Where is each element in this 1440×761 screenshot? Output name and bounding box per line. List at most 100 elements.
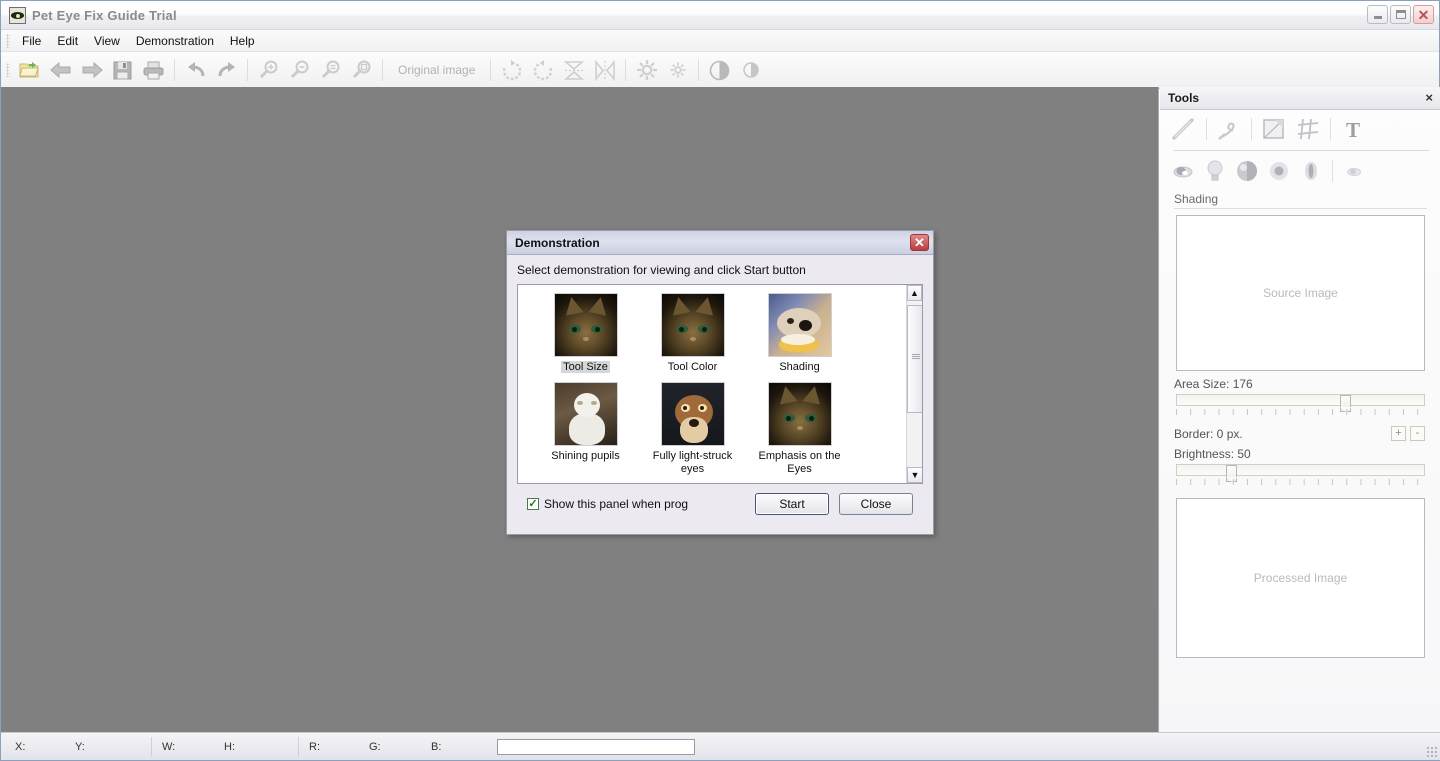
demonstration-item-label: Shining pupils — [551, 450, 620, 462]
status-bar: X: Y: W: H: R: G: B: — [1, 732, 1440, 760]
save-icon[interactable] — [107, 55, 138, 85]
dialog-title-bar: Demonstration ✕ — [507, 231, 933, 255]
status-message-input[interactable] — [497, 738, 695, 755]
open-folder-icon[interactable] — [14, 55, 45, 85]
area-size-slider-track[interactable] — [1176, 394, 1425, 406]
pupil-tool-icon[interactable] — [1264, 157, 1294, 185]
demonstration-thumbnail[interactable] — [767, 293, 832, 357]
rotate-cw-icon[interactable] — [496, 55, 527, 85]
start-button[interactable]: Start — [755, 493, 829, 515]
demonstration-grid: Tool Size Tool Color Shading Shining pupils… — [518, 285, 922, 483]
contrast-half-icon[interactable] — [735, 55, 766, 85]
application-window: Pet Eye Fix Guide Trial ✕ File Edit View… — [0, 0, 1440, 761]
title-bar: Pet Eye Fix Guide Trial ✕ — [1, 1, 1439, 30]
border-increase-button[interactable]: + — [1391, 426, 1406, 441]
zoom-out-icon[interactable] — [284, 55, 315, 85]
status-y-label: Y: — [75, 740, 85, 753]
area-size-label: Area Size: 176 — [1174, 377, 1253, 391]
brightness-slider[interactable] — [1176, 464, 1425, 492]
sphere-shading-icon[interactable] — [1232, 157, 1262, 185]
list-scrollbar[interactable]: ▲ ▼ — [906, 285, 922, 483]
demonstration-item[interactable]: Tool Size — [532, 293, 639, 374]
back-arrow-icon[interactable] — [45, 55, 76, 85]
dialog-close-action-button[interactable]: Close — [839, 493, 913, 515]
eye-tool-icon[interactable] — [1168, 157, 1198, 185]
area-size-slider[interactable] — [1176, 394, 1425, 422]
close-icon[interactable]: × — [1425, 91, 1433, 104]
demonstration-item[interactable]: Emphasis on the Eyes — [746, 382, 853, 476]
dialog-body: Select demonstration for viewing and cli… — [507, 255, 933, 515]
demonstration-list[interactable]: Tool Size Tool Color Shading Shining pupils… — [517, 284, 923, 484]
show-panel-checkbox-row[interactable]: ✓ Show this panel when prog — [527, 497, 688, 511]
source-image-preview[interactable]: Source Image — [1176, 215, 1425, 371]
zoom-in-icon[interactable] — [253, 55, 284, 85]
line-tool-icon[interactable] — [1168, 114, 1200, 144]
contrast-icon[interactable] — [704, 55, 735, 85]
flip-vertical-icon[interactable] — [558, 55, 589, 85]
scroll-down-button[interactable]: ▼ — [907, 467, 922, 483]
crop-tool-icon[interactable] — [1258, 114, 1290, 144]
tools-row-shapes: T — [1160, 110, 1440, 148]
status-x-label: X: — [15, 740, 26, 753]
scrollbar-thumb[interactable] — [907, 305, 922, 413]
menu-help[interactable]: Help — [222, 32, 263, 50]
toolbar: Original image — [1, 52, 1439, 89]
status-b-label: B: — [431, 740, 442, 753]
demonstration-thumbnail[interactable] — [767, 382, 832, 446]
demonstration-item-label: Shading — [779, 361, 820, 373]
text-tool-icon[interactable]: T — [1337, 114, 1369, 144]
dialog-close-button[interactable]: ✕ — [910, 234, 929, 251]
brightness-icon[interactable] — [631, 55, 662, 85]
border-label: Border: 0 px. — [1174, 426, 1243, 441]
close-button[interactable]: ✕ — [1413, 5, 1434, 24]
rotate-ccw-icon[interactable] — [527, 55, 558, 85]
tools-row-effects — [1160, 153, 1440, 189]
window-controls: ✕ — [1367, 5, 1434, 24]
menu-demonstration[interactable]: Demonstration — [128, 32, 222, 50]
processed-image-preview[interactable]: Processed Image — [1176, 498, 1425, 658]
area-size-slider-ticks — [1176, 409, 1425, 415]
demonstration-item[interactable]: Shading — [746, 293, 853, 374]
scroll-up-button[interactable]: ▲ — [907, 285, 922, 301]
grid-tool-icon[interactable] — [1292, 114, 1324, 144]
pencil-tool-icon[interactable] — [1213, 114, 1245, 144]
demonstration-thumbnail[interactable] — [660, 382, 725, 446]
eye-small-icon[interactable] — [1339, 157, 1369, 185]
print-icon[interactable] — [138, 55, 169, 85]
demonstration-item[interactable]: Fully light-struck eyes — [639, 382, 746, 476]
demonstration-thumbnail[interactable] — [553, 293, 618, 357]
redo-icon[interactable] — [211, 55, 242, 85]
maximize-button[interactable] — [1390, 5, 1411, 24]
status-h-label: H: — [224, 740, 235, 753]
menubar-grip[interactable] — [6, 33, 10, 48]
minimize-button[interactable] — [1367, 5, 1388, 24]
flip-horizontal-icon[interactable] — [589, 55, 620, 85]
zoom-fit-icon[interactable] — [315, 55, 346, 85]
brightness-slider-track[interactable] — [1176, 464, 1425, 476]
glare-tool-icon[interactable] — [1296, 157, 1326, 185]
brightness-slider-ticks — [1176, 479, 1425, 485]
menu-file[interactable]: File — [14, 32, 49, 50]
demonstration-item-label: Fully light-struck eyes — [652, 450, 733, 475]
demonstration-thumbnail[interactable] — [553, 382, 618, 446]
dialog-title: Demonstration — [515, 235, 600, 250]
demonstration-thumbnail[interactable] — [660, 293, 725, 357]
menu-edit[interactable]: Edit — [49, 32, 86, 50]
zoom-actual-icon[interactable] — [346, 55, 377, 85]
pet-eye-icon — [9, 6, 26, 24]
dialog-footer: ✓ Show this panel when prog Start Close — [517, 484, 923, 515]
toolbar-grip[interactable] — [6, 63, 10, 77]
show-panel-checkbox[interactable]: ✓ — [527, 498, 539, 510]
original-image-label: Original image — [398, 63, 476, 77]
resize-grip[interactable] — [1426, 746, 1438, 758]
bulb-tool-icon[interactable] — [1200, 157, 1230, 185]
demonstration-item[interactable]: Shining pupils — [532, 382, 639, 476]
menu-view[interactable]: View — [86, 32, 128, 50]
border-decrease-button[interactable]: - — [1410, 426, 1425, 441]
menu-bar: File Edit View Demonstration Help — [1, 30, 1439, 52]
processed-image-placeholder: Processed Image — [1253, 571, 1348, 585]
undo-icon[interactable] — [180, 55, 211, 85]
brightness-small-icon[interactable] — [662, 55, 693, 85]
forward-arrow-icon[interactable] — [76, 55, 107, 85]
demonstration-item[interactable]: Tool Color — [639, 293, 746, 374]
